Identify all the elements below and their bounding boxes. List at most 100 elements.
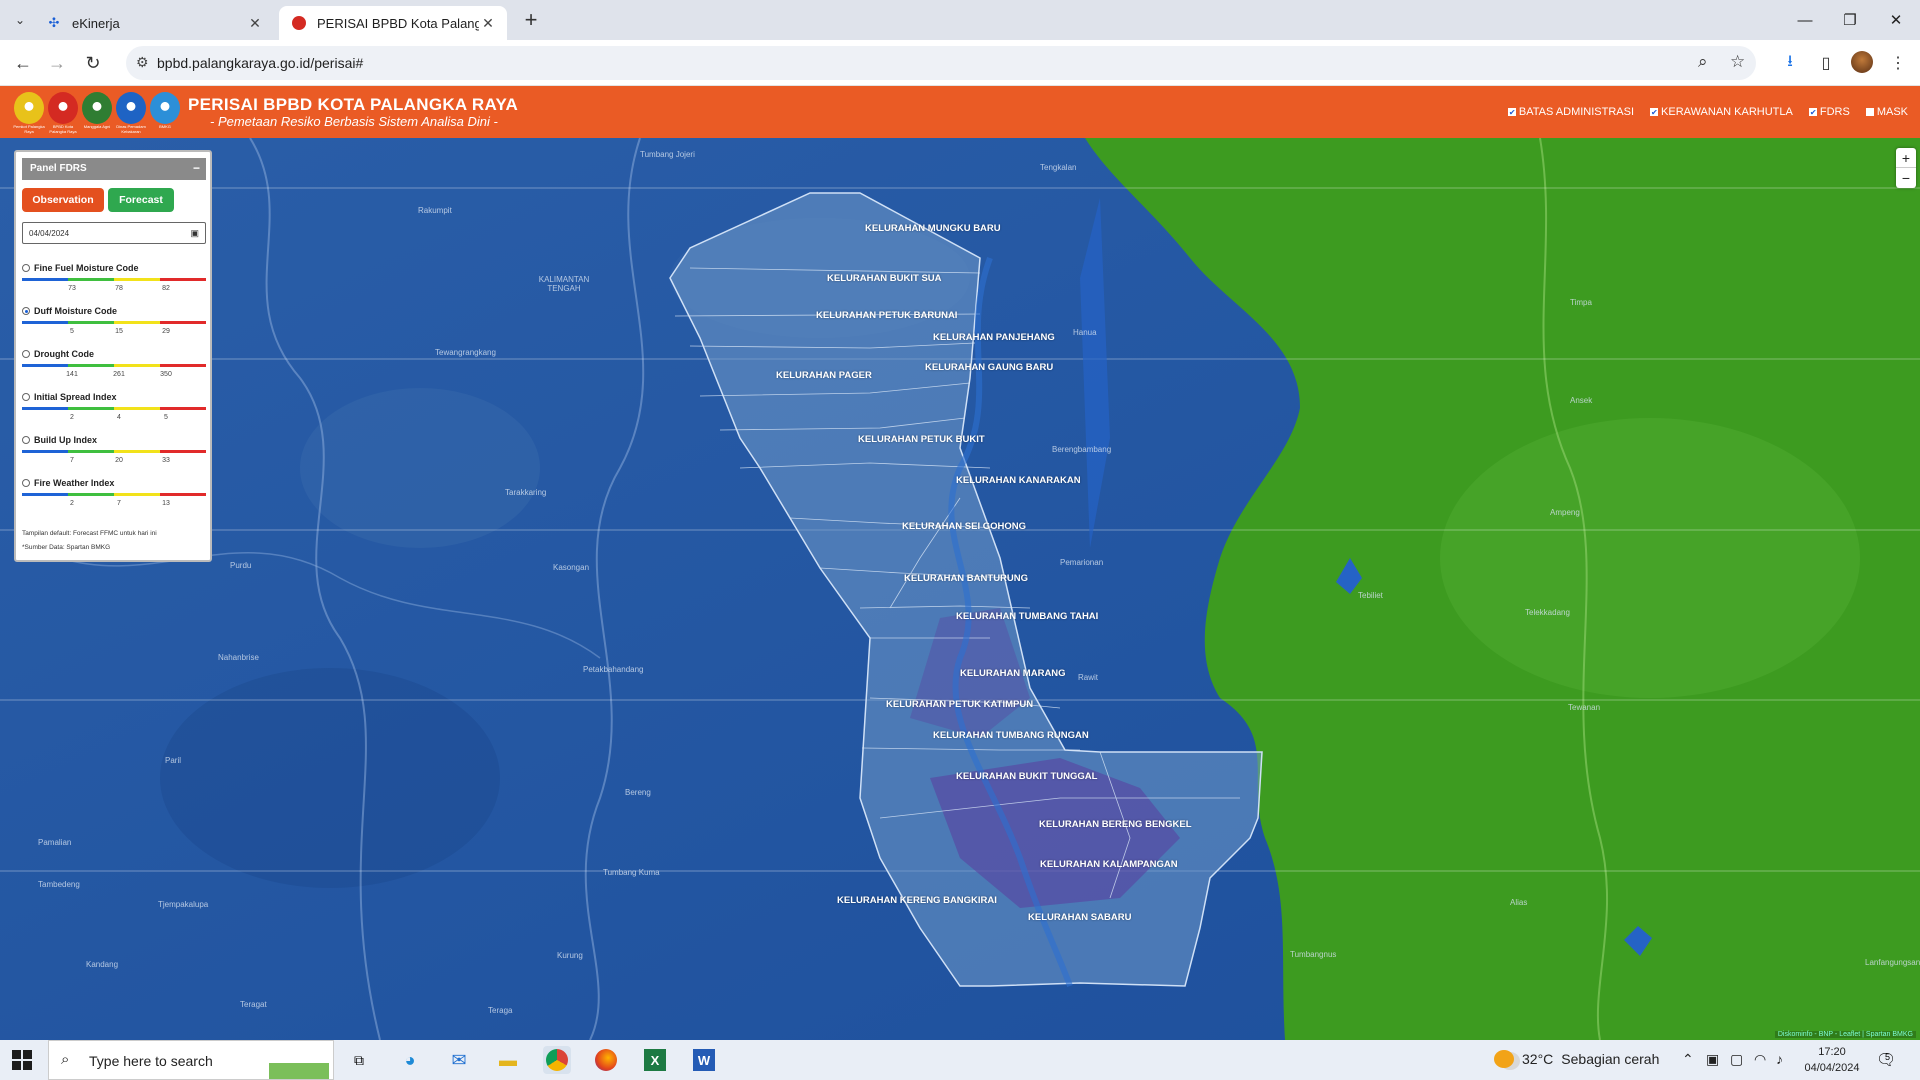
chrome-icon[interactable] bbox=[543, 1046, 571, 1074]
place-label: Tumbangnus bbox=[1290, 950, 1337, 959]
radio-button[interactable] bbox=[22, 479, 30, 487]
index-option[interactable]: Drought Code 141 261 350 bbox=[22, 349, 206, 390]
url-text[interactable]: bpbd.palangkaraya.go.id/perisai# bbox=[157, 55, 363, 71]
wifi-icon[interactable]: ◠ bbox=[1754, 1051, 1766, 1068]
scale-tick: 4 bbox=[117, 414, 121, 421]
file-explorer-icon[interactable]: ▬ bbox=[494, 1046, 522, 1074]
scale-segment bbox=[68, 364, 114, 367]
kelurahan-label: KELURAHAN SEI GOHONG bbox=[902, 521, 1027, 532]
notification-icon[interactable]: 🗨 5 bbox=[1876, 1050, 1896, 1070]
checkbox-icon[interactable] bbox=[1865, 108, 1874, 116]
system-clock[interactable]: 17:20 04/04/2024 bbox=[1802, 1044, 1862, 1076]
color-scale-bar bbox=[22, 364, 206, 367]
radio-button[interactable] bbox=[22, 350, 30, 358]
back-icon[interactable]: ← bbox=[10, 50, 36, 76]
panel-title: Panel FDRS bbox=[30, 163, 87, 174]
kelurahan-label: KELURAHAN BANTURUNG bbox=[904, 573, 1029, 584]
toggle-kerawanan-karhutla[interactable]: ✔ KERAWANAN KARHUTLA bbox=[1650, 106, 1793, 118]
place-label: Tewanan bbox=[1568, 703, 1601, 712]
checkbox-icon[interactable]: ✔ bbox=[1507, 108, 1516, 117]
map-canvas[interactable]: Tumbang Jojeri Tengkalan Rakumpit KALIMA… bbox=[0, 138, 1920, 1040]
scale-tick: 2 bbox=[70, 414, 74, 421]
place-label: Lanfangungsang bbox=[1865, 958, 1920, 967]
kelurahan-label: KELURAHAN KANARAKAN bbox=[956, 475, 1081, 486]
tab-search-button[interactable]: ⌄ bbox=[8, 8, 32, 32]
logo-caption: Dinas Pemadam Kebakaran bbox=[116, 124, 146, 134]
observation-button[interactable]: Observation bbox=[22, 188, 104, 212]
index-option[interactable]: Build Up Index 7 20 33 bbox=[22, 435, 206, 476]
zoom-in-button[interactable]: + bbox=[1896, 148, 1916, 168]
scale-segment bbox=[22, 450, 68, 453]
date-input[interactable]: 04/04/2024 ▣ bbox=[22, 222, 206, 244]
checkbox-icon[interactable]: ✔ bbox=[1808, 108, 1817, 117]
index-name: Build Up Index bbox=[34, 435, 97, 445]
scale-segment bbox=[22, 278, 68, 281]
scale-tick: 13 bbox=[162, 500, 170, 507]
task-view-icon[interactable]: ⧉ bbox=[345, 1046, 373, 1074]
scale-tick: 15 bbox=[115, 328, 123, 335]
place-label: Tengkalan bbox=[1040, 163, 1077, 172]
side-panel-icon[interactable]: ▯ bbox=[1814, 51, 1838, 75]
kelurahan-label: KELURAHAN PETUK BARUNAI bbox=[816, 310, 958, 321]
word-icon[interactable]: W bbox=[690, 1046, 718, 1074]
clock-time: 17:20 bbox=[1818, 1046, 1846, 1058]
toggle-mask[interactable]: MASK bbox=[1865, 106, 1908, 118]
profile-avatar[interactable] bbox=[1851, 51, 1873, 73]
forward-icon[interactable]: → bbox=[44, 50, 70, 76]
place-label: Tumbang Kuma bbox=[603, 868, 660, 877]
mail-icon[interactable]: ✉ bbox=[445, 1046, 473, 1074]
toggle-fdrs[interactable]: ✔ FDRS bbox=[1808, 106, 1850, 118]
logo-caption: Manggala Agni bbox=[83, 124, 111, 129]
close-icon[interactable]: ✕ bbox=[479, 14, 497, 32]
scale-segment bbox=[22, 493, 68, 496]
radio-button[interactable] bbox=[22, 393, 30, 401]
search-placeholder: Type here to search bbox=[89, 1053, 213, 1069]
kelurahan-label: KELURAHAN PETUK KATIMPUN bbox=[886, 699, 1034, 710]
edge-icon[interactable]: ◕ bbox=[396, 1046, 424, 1074]
volume-icon[interactable]: ♪ bbox=[1776, 1051, 1783, 1067]
scale-segment bbox=[114, 278, 160, 281]
display-icon[interactable]: ▢ bbox=[1730, 1051, 1743, 1068]
index-option[interactable]: Fire Weather Index 2 7 13 bbox=[22, 478, 206, 519]
close-icon[interactable]: ✕ bbox=[246, 14, 264, 32]
checkbox-icon[interactable]: ✔ bbox=[1650, 108, 1659, 117]
zoom-icon[interactable]: ⌕ bbox=[1698, 52, 1708, 72]
tab-perisai[interactable]: PERISAI BPBD Kota Palangka Ra ✕ bbox=[279, 6, 507, 40]
scale-segment bbox=[160, 407, 206, 410]
firefox-icon[interactable] bbox=[592, 1046, 620, 1074]
minimize-panel-icon[interactable]: − bbox=[193, 161, 200, 175]
address-bar[interactable]: ⚙ bpbd.palangkaraya.go.id/perisai# ⌕ ☆ bbox=[126, 46, 1756, 80]
place-label: Timpa bbox=[1570, 298, 1592, 307]
browser-toolbar: ← → ↻ ⚙ bpbd.palangkaraya.go.id/perisai#… bbox=[0, 40, 1920, 86]
map-attribution[interactable]: Diskominfo - BNP - Leaflet | Spartan BMK… bbox=[1774, 1031, 1916, 1038]
weather-widget[interactable]: 32°C Sebagian cerah bbox=[1494, 1050, 1659, 1068]
download-icon[interactable]: ⭳ bbox=[1778, 51, 1802, 75]
site-info-icon[interactable]: ⚙ bbox=[136, 54, 149, 71]
bookmark-star-icon[interactable]: ☆ bbox=[1730, 52, 1745, 72]
chevron-up-icon[interactable]: ⌃ bbox=[1682, 1051, 1694, 1068]
calendar-icon[interactable]: ▣ bbox=[190, 228, 199, 239]
windows-start-icon[interactable] bbox=[12, 1050, 32, 1070]
taskbar-search-box[interactable]: ⌕ Type here to search bbox=[48, 1040, 334, 1080]
index-option[interactable]: Duff Moisture Code 5 15 29 bbox=[22, 306, 206, 347]
meet-now-icon[interactable]: ▣ bbox=[1706, 1051, 1719, 1068]
scale-tick: 350 bbox=[160, 371, 172, 378]
minimize-icon[interactable]: — bbox=[1793, 8, 1817, 32]
reload-icon[interactable]: ↻ bbox=[80, 50, 106, 76]
radio-button[interactable] bbox=[22, 307, 30, 315]
excel-icon[interactable]: X bbox=[641, 1046, 669, 1074]
radio-button[interactable] bbox=[22, 436, 30, 444]
new-tab-button[interactable]: + bbox=[519, 7, 543, 32]
zoom-out-button[interactable]: − bbox=[1896, 168, 1916, 188]
restore-icon[interactable]: ❐ bbox=[1838, 8, 1862, 32]
radio-button[interactable] bbox=[22, 264, 30, 272]
window-close-icon[interactable]: ✕ bbox=[1884, 8, 1908, 32]
menu-icon[interactable]: ⋮ bbox=[1886, 51, 1910, 75]
forecast-button[interactable]: Forecast bbox=[108, 188, 174, 212]
toggle-batas-administrasi[interactable]: ✔ BATAS ADMINISTRASI bbox=[1507, 106, 1634, 118]
index-option[interactable]: Fine Fuel Moisture Code 73 78 82 bbox=[22, 263, 206, 304]
logo-caption: Pemkot Palangka Raya bbox=[13, 124, 45, 134]
tab-ekinerja[interactable]: ✣ eKinerja ✕ bbox=[34, 6, 274, 40]
index-option[interactable]: Initial Spread Index 2 4 5 bbox=[22, 392, 206, 433]
scale-segment bbox=[160, 450, 206, 453]
